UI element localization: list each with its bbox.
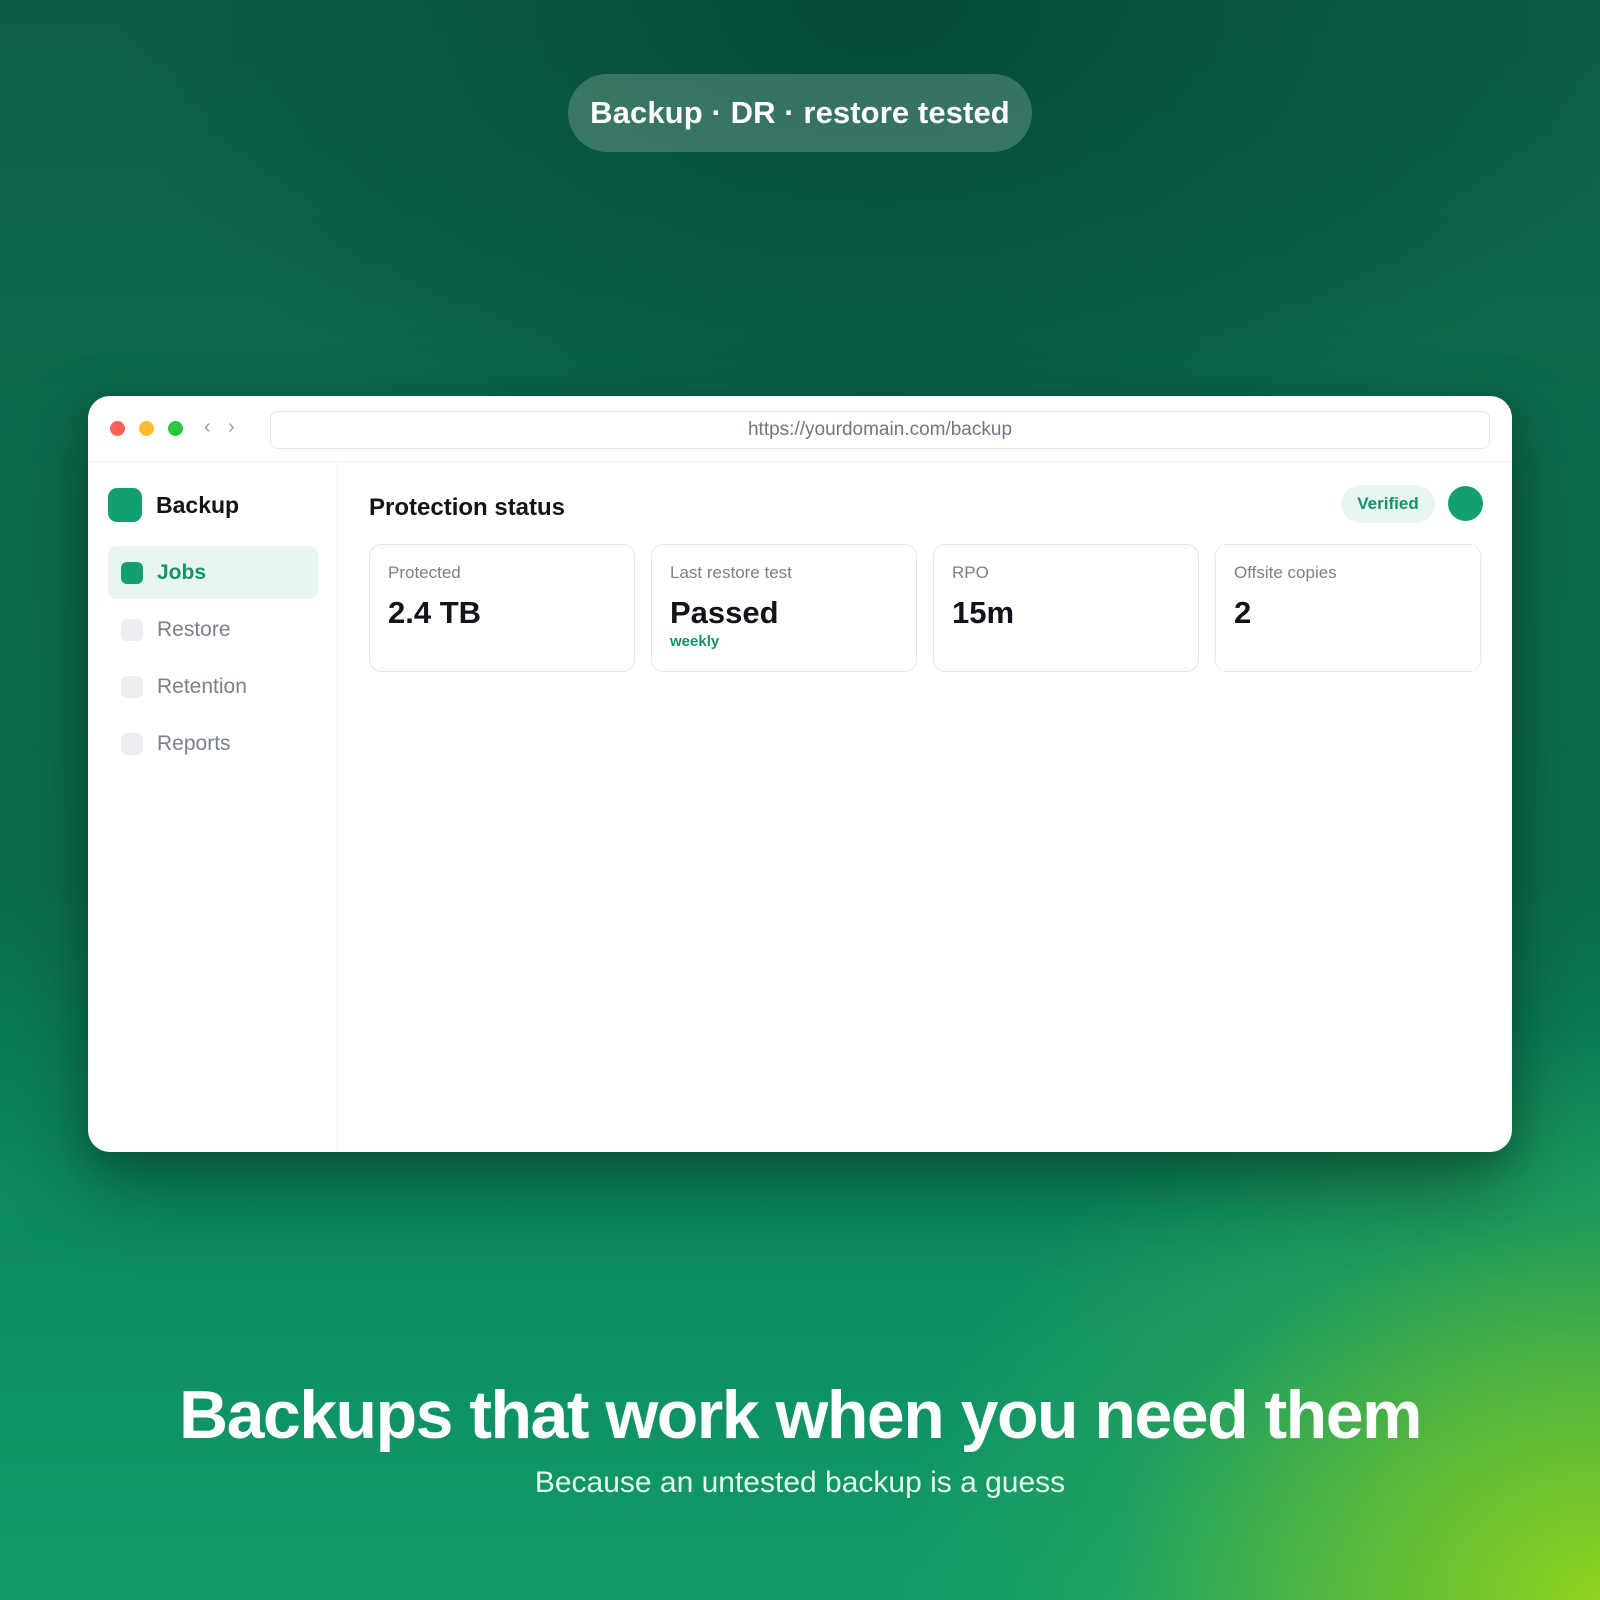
hero-subheadline: Because an untested backup is a guess <box>534 1466 1066 1499</box>
stat-card-protected: Protected 2.4 TB <box>369 544 635 672</box>
reports-icon <box>121 732 143 755</box>
brand-logo-icon <box>108 488 142 522</box>
stat-card-value: 2 <box>1234 595 1252 630</box>
sidebar: Backup Jobs Restore Retention Reports <box>88 462 338 1152</box>
stat-cards: Protected 2.4 TB Last restore test Passe… <box>369 544 1481 672</box>
main-content: Protection status Verified Protected 2.4… <box>338 462 1512 1152</box>
stat-card-label: RPO <box>952 563 989 582</box>
hero-pill: Backup · DR · restore tested <box>568 74 1032 152</box>
stat-card-value: 2.4 TB <box>388 595 482 630</box>
sidebar-item-restore[interactable]: Restore <box>108 603 318 656</box>
brand: Backup <box>108 488 239 522</box>
sidebar-nav: Jobs Restore Retention Reports <box>108 546 318 774</box>
jobs-icon <box>121 561 143 584</box>
browser-titlebar: ‹ › https://yourdomain.com/backup <box>88 396 1512 462</box>
sidebar-item-label: Jobs <box>157 560 207 584</box>
sidebar-item-reports[interactable]: Reports <box>108 717 318 770</box>
brand-name: Backup <box>156 491 240 518</box>
maximize-window-icon[interactable] <box>168 421 183 436</box>
stat-card-label: Last restore test <box>670 563 792 582</box>
browser-window: ‹ › https://yourdomain.com/backup Backup… <box>88 396 1512 1152</box>
sidebar-item-jobs[interactable]: Jobs <box>108 546 318 599</box>
retention-icon <box>121 675 143 698</box>
restore-icon <box>121 618 143 641</box>
back-arrow-icon[interactable]: ‹ <box>204 416 211 439</box>
stat-card-last-restore-test: Last restore test Passed weekly <box>651 544 917 672</box>
sidebar-item-retention[interactable]: Retention <box>108 660 318 713</box>
stat-card-offsite-copies: Offsite copies 2 <box>1215 544 1481 672</box>
stat-card-value: Passed <box>670 595 779 630</box>
status-badge: Verified <box>1341 485 1435 523</box>
stat-card-rpo: RPO 15m <box>933 544 1199 672</box>
avatar[interactable] <box>1448 486 1483 521</box>
hero-headline: Backups that work when you need them <box>178 1377 1423 1453</box>
forward-arrow-icon[interactable]: › <box>228 416 235 439</box>
stat-card-value: 15m <box>952 595 1015 630</box>
sidebar-item-label: Reports <box>157 731 231 755</box>
page-title: Protection status <box>369 494 566 521</box>
url-bar[interactable]: https://yourdomain.com/backup <box>270 411 1490 449</box>
stat-card-label: Offsite copies <box>1234 563 1337 582</box>
close-window-icon[interactable] <box>110 421 125 436</box>
sidebar-item-label: Retention <box>157 674 247 698</box>
stat-card-label: Protected <box>388 563 461 582</box>
sidebar-item-label: Restore <box>157 617 231 641</box>
minimize-window-icon[interactable] <box>139 421 154 436</box>
stat-card-subtext: weekly <box>670 633 720 650</box>
